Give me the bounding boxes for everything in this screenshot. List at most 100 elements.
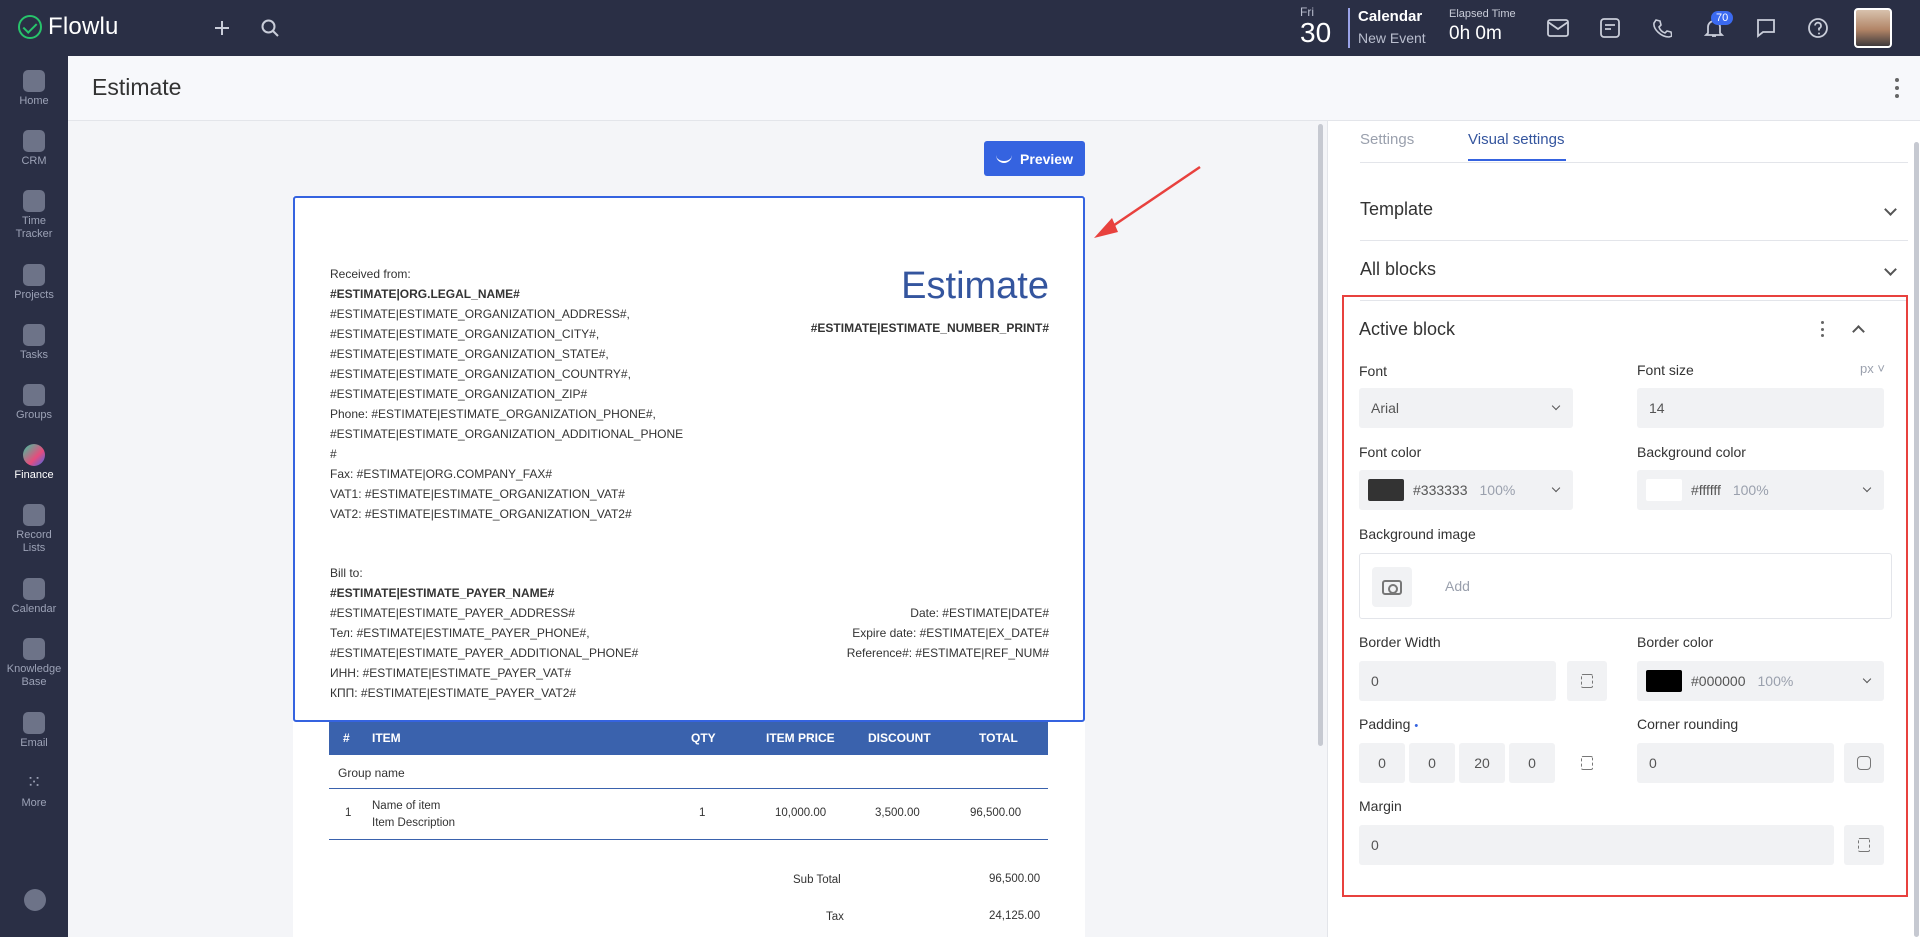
bill_to-line: Тел: #ESTIMATE|ESTIMATE_PAYER_PHONE#, bbox=[330, 626, 590, 640]
font-size-input[interactable]: 14 bbox=[1637, 388, 1884, 428]
sidebar-item-label: Calendar bbox=[11, 603, 57, 615]
email-icon bbox=[23, 712, 45, 734]
mail-icon[interactable] bbox=[1546, 16, 1570, 40]
border-color-picker[interactable]: #000000 100% bbox=[1637, 661, 1884, 701]
search-icon[interactable] bbox=[258, 16, 282, 40]
border-width-input[interactable]: 0 bbox=[1359, 661, 1556, 701]
padding-left-input[interactable]: 0 bbox=[1509, 743, 1555, 783]
active-tab-indicator bbox=[1468, 159, 1566, 161]
notes-icon[interactable] bbox=[1598, 16, 1622, 40]
page-header: Estimate bbox=[68, 56, 1920, 121]
sidebar-item-knowledge-base[interactable]: Knowledge Base bbox=[0, 638, 68, 689]
unit-label: px bbox=[1860, 361, 1874, 376]
sidebar-item-crm[interactable]: CRM bbox=[0, 130, 68, 167]
border-color-label: Border color bbox=[1637, 634, 1714, 650]
padding-sides-icon bbox=[1581, 756, 1593, 770]
tab-visual-settings[interactable]: Visual settings bbox=[1468, 131, 1564, 148]
table-row[interactable]: 1 Name of item Item Description 1 10,000… bbox=[329, 789, 1048, 840]
sidebar-item-email[interactable]: Email bbox=[0, 712, 68, 749]
sidebar-item-label: Groups bbox=[15, 409, 53, 421]
tab-settings[interactable]: Settings bbox=[1360, 131, 1414, 148]
chat-icon[interactable] bbox=[1754, 16, 1778, 40]
font-color-picker[interactable]: #333333 100% bbox=[1359, 470, 1573, 510]
chevron-down-icon bbox=[1862, 483, 1872, 493]
groups-icon bbox=[23, 384, 45, 406]
background-image-uploader[interactable]: Add bbox=[1359, 553, 1892, 619]
padding-right-input[interactable]: 0 bbox=[1409, 743, 1455, 783]
sidebar-item-finance[interactable]: Finance bbox=[0, 444, 68, 481]
background-color-label: Background color bbox=[1637, 444, 1746, 460]
chevron-down-icon[interactable] bbox=[1884, 263, 1897, 276]
app-logo[interactable]: Flowlu bbox=[18, 13, 119, 41]
padding-top-input[interactable]: 0 bbox=[1359, 743, 1405, 783]
sidebar-item-time-tracker[interactable]: Time Tracker bbox=[0, 190, 68, 241]
items-table[interactable]: # ITEM QTY ITEM PRICE DISCOUNT TOTAL Gro… bbox=[329, 722, 1048, 840]
bill_to-line: #ESTIMATE|ESTIMATE_PAYER_ADDITIONAL_PHON… bbox=[330, 646, 639, 660]
corner-rounding-button[interactable] bbox=[1844, 743, 1884, 783]
date-widget[interactable]: Fri 30 bbox=[1300, 5, 1346, 47]
chevron-down-icon[interactable] bbox=[1884, 203, 1897, 216]
bill_to-line: ИНН: #ESTIMATE|ESTIMATE_PAYER_VAT# bbox=[330, 666, 572, 680]
dates-line: Expire date: #ESTIMATE|EX_DATE# bbox=[852, 626, 1049, 640]
sidebar-item-projects[interactable]: Projects bbox=[0, 264, 68, 301]
border-width-value: 0 bbox=[1371, 673, 1379, 689]
section-template[interactable]: Template bbox=[1360, 181, 1908, 241]
received-from-block: Received from: #ESTIMATE|ORG.LEGAL_NAME# #… bbox=[330, 264, 690, 524]
sidebar-item-calendar[interactable]: Calendar bbox=[0, 578, 68, 615]
eye-closed-icon bbox=[996, 155, 1013, 163]
elapsed-time-widget[interactable]: Elapsed Time 0h 0m bbox=[1449, 8, 1516, 45]
padding-bottom-input[interactable]: 20 bbox=[1459, 743, 1505, 783]
col-qty: QTY bbox=[691, 731, 716, 745]
preview-button[interactable]: Preview bbox=[984, 141, 1085, 176]
padding-link-button[interactable] bbox=[1567, 743, 1607, 783]
tasks-icon bbox=[23, 324, 45, 346]
received_from-line: #ESTIMATE|ORG.LEGAL_NAME# bbox=[330, 287, 520, 301]
workspace-scrollbar[interactable] bbox=[1318, 124, 1323, 746]
settings-panel: Settings Visual settings Template All bl… bbox=[1328, 121, 1920, 937]
margin-input[interactable]: 0 bbox=[1359, 825, 1834, 865]
font-select[interactable]: Arial bbox=[1359, 388, 1573, 428]
help-icon[interactable] bbox=[1806, 16, 1830, 40]
calendar-widget[interactable]: Calendar New Event bbox=[1358, 8, 1426, 46]
sidebar-item-home[interactable]: Home bbox=[0, 70, 68, 107]
corner-rounding-value: 0 bbox=[1649, 755, 1657, 771]
new-event-link[interactable]: New Event bbox=[1358, 30, 1426, 46]
margin-sides-button[interactable] bbox=[1844, 825, 1884, 865]
add-image-label[interactable]: Add bbox=[1445, 578, 1470, 594]
corner-rounding-input[interactable]: 0 bbox=[1637, 743, 1834, 783]
user-avatar[interactable] bbox=[1854, 8, 1892, 48]
received_from-line: #ESTIMATE|ESTIMATE_ORGANIZATION_ADDITION… bbox=[330, 427, 684, 441]
sidebar-item-more[interactable]: ⁙ More bbox=[0, 772, 68, 809]
page-menu-icon[interactable] bbox=[1894, 78, 1900, 98]
estimate-number: #ESTIMATE|ESTIMATE_NUMBER_PRINT# bbox=[810, 321, 1049, 335]
active-document-block[interactable]: Received from: #ESTIMATE|ORG.LEGAL_NAME# #… bbox=[293, 196, 1085, 722]
camera-button[interactable] bbox=[1372, 567, 1412, 607]
sidebar-item-label: Projects bbox=[14, 289, 54, 301]
background-color-hex: #ffffff bbox=[1691, 482, 1721, 498]
sidebar-item-label: Knowledge Base bbox=[6, 663, 62, 688]
sidebar-item-groups[interactable]: Groups bbox=[0, 384, 68, 421]
font-color-hex: #333333 bbox=[1413, 482, 1468, 498]
panel-tabs: Settings Visual settings bbox=[1360, 121, 1908, 163]
sidebar-item-tasks[interactable]: Tasks bbox=[0, 324, 68, 361]
phone-icon[interactable] bbox=[1650, 16, 1674, 40]
active-block-menu-icon[interactable] bbox=[1821, 321, 1825, 337]
panel-scrollbar[interactable] bbox=[1914, 142, 1919, 937]
calendar-divider bbox=[1348, 8, 1350, 48]
plus-icon[interactable] bbox=[210, 16, 234, 40]
page-title: Estimate bbox=[92, 74, 182, 100]
sidebar-item-record-lists[interactable]: Record Lists bbox=[0, 504, 68, 555]
border-sides-button[interactable] bbox=[1567, 661, 1607, 701]
section-all-blocks[interactable]: All blocks bbox=[1360, 241, 1908, 301]
background-color-picker[interactable]: #ffffff 100% bbox=[1637, 470, 1884, 510]
group-row[interactable]: Group name bbox=[329, 755, 1048, 789]
font-size-value: 14 bbox=[1649, 400, 1665, 416]
sidebar-item-label: Home bbox=[19, 95, 49, 107]
top-bar: Flowlu Fri 30 Calendar New Event Elapsed… bbox=[0, 0, 1920, 56]
sidebar-footer-icon[interactable] bbox=[24, 889, 46, 911]
preview-label: Preview bbox=[1020, 150, 1073, 167]
dates-line: Date: #ESTIMATE|DATE# bbox=[910, 606, 1049, 620]
font-size-unit-select[interactable]: px ˅ bbox=[1860, 361, 1885, 376]
font-color-swatch bbox=[1368, 479, 1404, 501]
border-color-swatch bbox=[1646, 670, 1682, 692]
